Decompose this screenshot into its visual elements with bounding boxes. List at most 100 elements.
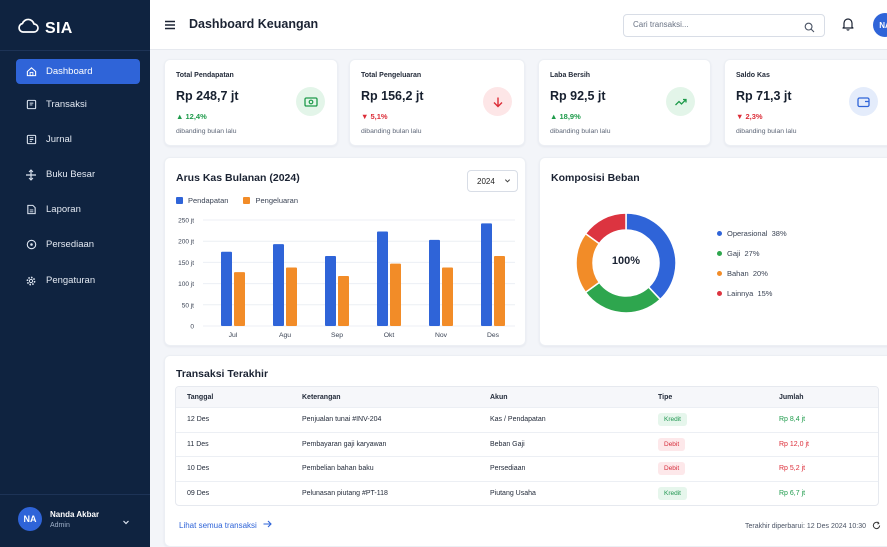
sidebar-item-dashboard[interactable]: Dashboard <box>16 59 140 84</box>
legend-item: Lainnya 15% <box>717 289 772 298</box>
bell-icon[interactable] <box>842 17 854 36</box>
sidebar-item-label: Jurnal <box>46 134 72 145</box>
see-all-transactions-link[interactable]: Lihat semua transaksi <box>179 520 272 530</box>
type-badge: Debit <box>658 437 686 451</box>
column-header[interactable]: Tipe <box>658 394 779 401</box>
table-row[interactable]: 10 Des Pembelian bahan baku Persediaan D… <box>176 456 878 481</box>
kpi-value: Rp 92,5 jt <box>550 89 606 103</box>
column-header[interactable]: Tanggal <box>176 394 302 401</box>
bar-chart: 0 50 jt 100 jt 150 jt 200 jt 250 jt Jul Agu Sep O… <box>178 218 515 339</box>
kpi-change: ▲ 18,9% <box>550 112 581 121</box>
kpi-label: Total Pengeluaran <box>361 72 422 79</box>
kpi-note: dibanding bulan lalu <box>550 128 611 135</box>
sidebar-item-pengaturan[interactable]: Pengaturan <box>16 268 140 293</box>
transactions-card: Transaksi Terakhir Tanggal Keterangan Ak… <box>164 355 887 547</box>
legend-label: Gaji 27% <box>727 249 760 258</box>
bar-pengeluaran <box>390 263 401 326</box>
legend-swatch <box>176 197 183 204</box>
x-tick-label: Des <box>487 332 500 339</box>
cell-date: 10 Des <box>187 465 210 473</box>
cell-description: Pembelian bahan baku <box>302 465 374 473</box>
divider <box>0 50 150 51</box>
y-tick-label: 150 jt <box>178 260 194 267</box>
last-updated-text: Terakhir diperbarui: 12 Des 2024 10:30 <box>744 523 866 530</box>
bar-pengeluaran <box>338 275 349 326</box>
kpi-note: dibanding bulan lalu <box>176 128 237 135</box>
hamburger-menu-icon[interactable] <box>164 18 176 30</box>
brand[interactable]: SIA <box>17 18 73 39</box>
search-icon[interactable] <box>804 20 815 38</box>
search-box <box>623 14 825 37</box>
sidebar-item-label: Buku Besar <box>46 169 96 180</box>
x-tick-label: Agu <box>279 332 291 339</box>
cell-amount: Rp 8,4 jt <box>779 416 806 424</box>
sidebar-item-laporan[interactable]: Laporan <box>16 197 140 222</box>
user-menu[interactable]: NA Nanda Akbar Admin <box>18 504 138 534</box>
sidebar-item-buku-besar[interactable]: Buku Besar <box>16 162 140 187</box>
slice-gaji <box>584 281 662 314</box>
legend-item: Gaji 27% <box>717 249 760 258</box>
x-tick-label: Jul <box>229 332 238 339</box>
user-role: Admin <box>50 521 70 529</box>
sidebar-item-jurnal[interactable]: Jurnal <box>16 127 140 152</box>
home-icon <box>25 66 37 78</box>
kpi-change: ▼ 2,3% <box>736 112 763 121</box>
bar-pendapatan <box>377 231 388 326</box>
column-header[interactable]: Akun <box>490 394 658 401</box>
wallet-icon <box>849 87 878 116</box>
cell-description: Pembayaran gaji karyawan <box>302 440 387 448</box>
trending-up-icon <box>666 87 695 116</box>
chart-title: Komposisi Beban <box>551 172 640 184</box>
refresh-icon[interactable] <box>872 521 881 532</box>
y-tick-label: 0 <box>190 324 194 331</box>
slice-bahan <box>575 232 601 294</box>
bar-pengeluaran <box>442 267 453 326</box>
cashflow-card: Arus Kas Bulanan (2024) 2024 Pendapatan … <box>164 157 526 346</box>
transactions-table: Tanggal Keterangan Akun Tipe Jumlah 12 D… <box>175 386 879 507</box>
cell-amount: Rp 5,2 jt <box>779 465 806 473</box>
type-badge: Debit <box>658 462 686 476</box>
kpi-card-pengeluaran: Total Pengeluaran Rp 156,2 jt ▼ 5,1% dib… <box>349 59 525 146</box>
kpi-label: Laba Bersih <box>550 72 591 79</box>
legend-item: Bahan 20% <box>717 269 768 278</box>
receipt-icon <box>25 99 37 111</box>
divider <box>0 494 150 495</box>
cell-amount: Rp 12,0 jt <box>779 440 809 448</box>
legend-label: Operasional 38% <box>727 229 787 238</box>
sidebar-item-transaksi[interactable]: Transaksi <box>16 92 140 117</box>
report-icon <box>25 204 37 216</box>
search-input[interactable] <box>633 20 793 29</box>
year-select[interactable]: 2024 <box>467 170 518 192</box>
column-header[interactable]: Jumlah <box>779 394 878 401</box>
avatar: NA <box>18 507 42 531</box>
legend-label: Pengeluaran <box>255 196 299 205</box>
legend-dot <box>717 291 722 296</box>
cell-date: 11 Des <box>187 440 209 448</box>
kpi-value: Rp 248,7 jt <box>176 89 239 103</box>
table-row[interactable]: 11 Des Pembayaran gaji karyawan Beban Ga… <box>176 431 878 457</box>
kpi-card-pendapatan: Total Pendapatan Rp 248,7 jt ▲ 12,4% dib… <box>164 59 338 146</box>
table-row[interactable]: 12 Des Penjualan tunai #INV-204 Kas / Pe… <box>176 407 878 432</box>
bar-pendapatan <box>481 223 492 326</box>
legend-label: Pendapatan <box>188 196 229 205</box>
kpi-label: Total Pendapatan <box>176 72 234 79</box>
y-tick-label: 200 jt <box>178 239 194 246</box>
sidebar-item-persediaan[interactable]: Persediaan <box>16 232 140 257</box>
legend-item: Operasional 38% <box>717 229 787 238</box>
y-tick-label: 100 jt <box>178 281 194 288</box>
chart-title: Arus Kas Bulanan (2024) <box>176 172 300 184</box>
page-title: Dashboard Keuangan <box>189 17 319 31</box>
avatar[interactable]: NA <box>873 13 887 37</box>
kpi-change: ▲ 12,4% <box>176 112 207 121</box>
ledger-icon <box>25 168 37 181</box>
arrow-down-icon <box>483 87 512 116</box>
chevron-down-icon <box>122 513 130 531</box>
y-tick-label: 50 jt <box>182 302 194 309</box>
column-header[interactable]: Keterangan <box>302 394 490 401</box>
legend-dot <box>717 271 722 276</box>
table-row[interactable]: 09 Des Pelunasan piutang #PT-118 Piutang… <box>176 480 878 506</box>
kpi-note: dibanding bulan lalu <box>361 128 422 135</box>
kpi-card-saldo: Saldo Kas Rp 71,3 jt ▼ 2,3% dibanding bu… <box>724 59 887 146</box>
book-icon <box>25 134 37 146</box>
cell-description: Pelunasan piutang #PT-118 <box>302 490 388 498</box>
